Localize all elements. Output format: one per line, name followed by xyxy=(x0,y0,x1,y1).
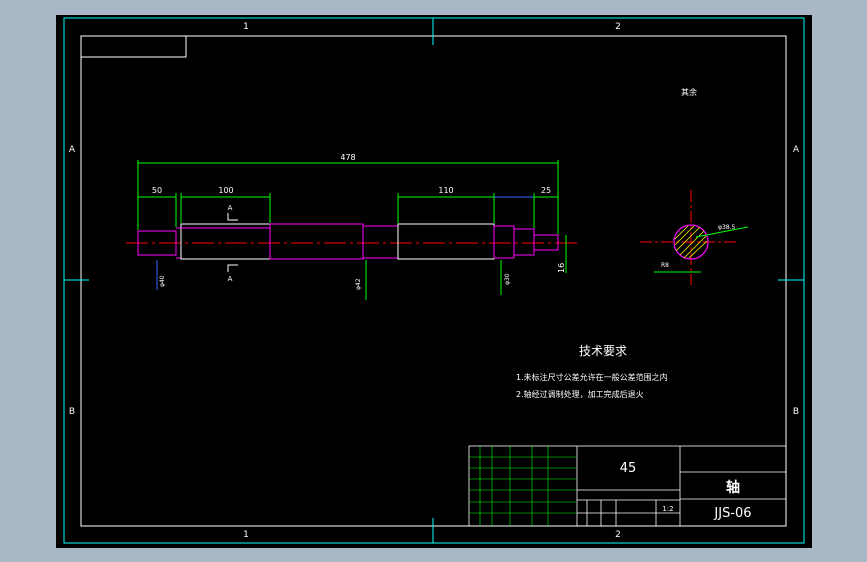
dim-end-height: 16 xyxy=(557,263,566,273)
dim-left-segment: 50 xyxy=(152,186,162,195)
title-block-material: 45 xyxy=(620,461,637,476)
cad-drawing: 1 2 1 2 A B A B 其余 478 50 100 110 25 φ40… xyxy=(63,17,805,544)
shaft-step-right xyxy=(493,225,515,259)
title-block-scale: 1:2 xyxy=(662,505,673,513)
shaft-bearing-right xyxy=(397,223,495,260)
title-block-grid xyxy=(469,446,577,526)
zone-bottom-2: 2 xyxy=(615,530,621,540)
shaft-mid-left xyxy=(269,223,364,260)
tech-requirement-1: 1.未标注尺寸公差允许在一般公差范围之内 xyxy=(516,372,668,382)
shaft-step-small xyxy=(513,228,535,256)
drawing-canvas: 1 2 1 2 A B A B 其余 478 50 100 110 25 φ40… xyxy=(56,15,812,548)
cross-section-view xyxy=(640,190,749,285)
section-diameter-label: φ38.5 xyxy=(718,224,736,231)
shaft-bearing-left xyxy=(180,223,271,260)
dimension-lines xyxy=(137,160,567,300)
tech-requirements-title: 技术要求 xyxy=(579,344,627,358)
dim-left-body: 100 xyxy=(218,186,233,195)
title-block-part-name: 轴 xyxy=(726,479,740,496)
zone-left-b: B xyxy=(69,407,75,417)
zone-top-1: 1 xyxy=(243,22,249,32)
shaft-front-view xyxy=(126,223,581,260)
dim-diameter-mid: φ42 xyxy=(355,278,362,290)
tech-requirement-2: 2.轴经过调制处理，加工完成后退火 xyxy=(516,389,644,399)
dim-diameter-left: φ40 xyxy=(159,275,166,287)
section-small-label: R8 xyxy=(661,262,669,269)
dim-diameter-right: φ30 xyxy=(504,273,511,285)
section-label-top: A xyxy=(228,204,233,212)
zone-top-2: 2 xyxy=(615,22,621,32)
dim-right-step: 25 xyxy=(541,186,551,195)
zone-right-b: B xyxy=(793,407,799,417)
dim-overall-length: 478 xyxy=(340,153,355,162)
corner-roughness-mark: 其余 xyxy=(681,87,697,97)
reverse-title-box xyxy=(80,35,187,58)
dim-right-body: 110 xyxy=(438,186,453,195)
zone-left-a: A xyxy=(69,145,76,155)
section-label-bottom: A xyxy=(228,275,233,283)
zone-right-a: A xyxy=(793,145,800,155)
title-block-drawing-number: JJS-06 xyxy=(713,506,751,521)
zone-bottom-1: 1 xyxy=(243,530,249,540)
shaft-mid-neck xyxy=(362,225,399,259)
